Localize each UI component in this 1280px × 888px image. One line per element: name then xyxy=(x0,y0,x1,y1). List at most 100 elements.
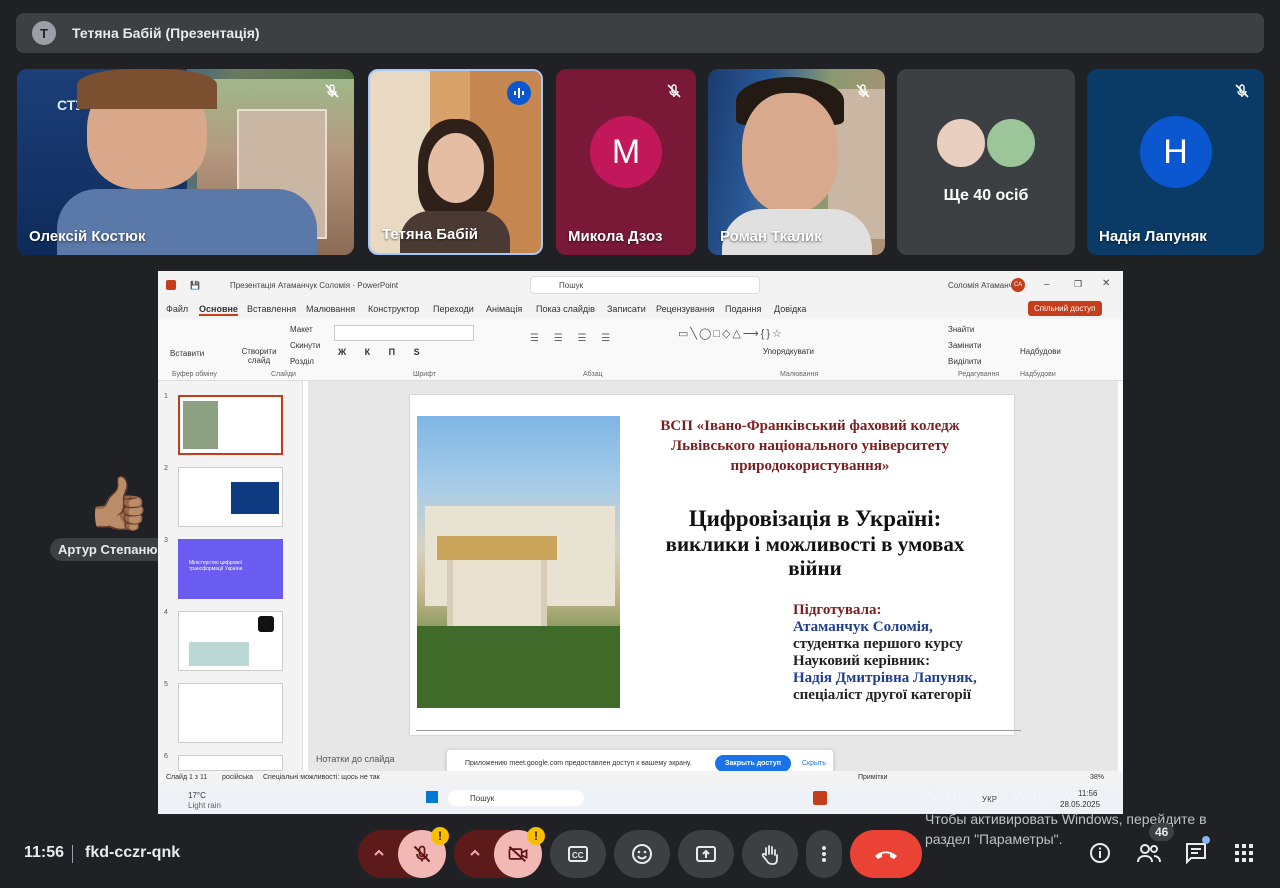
author-name: Атаманчук Соломія, xyxy=(793,619,933,635)
tab-home[interactable]: Основне xyxy=(199,304,238,316)
participant-tile-active-speaker[interactable]: Тетяна Бабій xyxy=(368,69,543,255)
mic-off-icon xyxy=(662,79,686,103)
select-button[interactable]: Виділити xyxy=(948,357,982,366)
tab-record[interactable]: Записати xyxy=(607,304,646,314)
group-label: Малювання xyxy=(780,371,819,378)
mic-off-icon xyxy=(413,845,431,863)
arrange-button[interactable]: Упорядкувати xyxy=(763,347,814,356)
current-slide: ВСП «Івано-Франківський фаховий коледж Л… xyxy=(410,395,1014,735)
ppt-user-avatar[interactable]: СА xyxy=(1011,278,1025,292)
shapes-gallery[interactable]: ▭╲◯□◇△⟶{}☆ xyxy=(678,327,784,340)
reaction-sender-name: Артур Степанюк xyxy=(50,538,172,561)
restore-icon[interactable]: ❐ xyxy=(1074,279,1082,290)
more-participants-tile[interactable]: Ще 40 осіб xyxy=(897,69,1075,255)
participant-tile[interactable]: M Микола Дзоз xyxy=(556,69,696,255)
hang-up-icon xyxy=(875,851,897,859)
captions-button[interactable]: CC xyxy=(550,830,606,878)
thumb-number: 5 xyxy=(164,681,168,688)
tab-slideshow[interactable]: Показ слайдів xyxy=(536,304,595,314)
tab-view[interactable]: Подання xyxy=(725,304,761,314)
comments-button[interactable]: Примітки xyxy=(858,774,887,781)
ppt-ribbon-tabs: Файл Основне Вставлення Малювання Констр… xyxy=(158,299,1123,319)
addins-button[interactable]: Надбудови xyxy=(1020,347,1061,356)
slide-thumbnail[interactable] xyxy=(178,683,283,743)
thumb-number: 2 xyxy=(164,465,168,472)
camera-options-chevron-icon[interactable] xyxy=(468,846,482,865)
participant-tile[interactable]: H Надія Лапуняк xyxy=(1087,69,1264,255)
speaking-indicator-icon xyxy=(507,81,531,105)
group-label: Буфер обміну xyxy=(172,371,217,378)
chat-button[interactable] xyxy=(1184,841,1208,870)
tab-help[interactable]: Довідка xyxy=(774,304,806,314)
participant-avatar xyxy=(985,117,1037,169)
raise-hand-button[interactable] xyxy=(742,830,798,878)
slide-author-block: Підготувала: Атаманчук Соломія, студентк… xyxy=(793,602,977,704)
tab-file[interactable]: Файл xyxy=(166,304,188,314)
slide-thumbnail[interactable]: Міністерство цифрової трансформації Укра… xyxy=(178,539,283,599)
tab-draw[interactable]: Малювання xyxy=(306,304,355,314)
tab-review[interactable]: Рецензування xyxy=(656,304,715,314)
emoji-reaction-button[interactable] xyxy=(614,830,670,878)
slide-thumbnail[interactable] xyxy=(178,755,283,771)
info-icon xyxy=(1090,843,1110,863)
zoom-level[interactable]: 38% xyxy=(1090,774,1104,781)
meeting-info-button[interactable] xyxy=(1088,841,1112,870)
more-vert-icon xyxy=(822,846,826,862)
activities-button[interactable] xyxy=(1234,843,1254,868)
paragraph-buttons[interactable]: ☰ ☰ ☰ ☰ xyxy=(530,333,616,344)
new-slide-button[interactable]: Створити слайд xyxy=(240,347,278,365)
meeting-code: fkd-cczr-qnk xyxy=(85,844,181,861)
language-indicator[interactable]: російська xyxy=(222,774,253,781)
close-icon[interactable]: ✕ xyxy=(1102,278,1110,289)
reset-button[interactable]: Скинути xyxy=(290,341,320,350)
ppt-statusbar: Слайд 1 з 11 російська Спеціальні можлив… xyxy=(158,771,1123,785)
ppt-search-input[interactable]: Пошук xyxy=(530,276,760,294)
find-button[interactable]: Знайти xyxy=(948,325,974,334)
slide-thumbnail[interactable] xyxy=(178,467,283,527)
mic-off-icon xyxy=(1230,79,1254,103)
notes-placeholder[interactable]: Нотатки до слайда xyxy=(316,754,395,764)
section-button[interactable]: Розділ xyxy=(290,357,314,366)
mic-options-chevron-icon[interactable] xyxy=(372,846,386,865)
powerpoint-taskbar-icon[interactable] xyxy=(813,791,827,805)
save-icon[interactable]: 💾 xyxy=(190,281,200,290)
participant-name: Надія Лапуняк xyxy=(1099,228,1207,245)
slide-thumbnail[interactable] xyxy=(178,395,283,455)
more-options-button[interactable] xyxy=(806,830,842,878)
tab-insert[interactable]: Вставлення xyxy=(247,304,296,314)
tab-animations[interactable]: Анімація xyxy=(486,304,522,314)
camera-off-icon xyxy=(508,845,528,863)
font-family-select[interactable] xyxy=(334,325,474,341)
paste-button[interactable]: Вставити xyxy=(170,349,204,358)
author-label: Підготувала: xyxy=(793,602,882,618)
font-style-buttons[interactable]: Ж К П S xyxy=(338,347,428,357)
stop-sharing-button[interactable]: Закрыть доступ xyxy=(715,755,791,772)
replace-button[interactable]: Замінити xyxy=(948,341,982,350)
accessibility-indicator[interactable]: Спеціальні можливості: щось не так xyxy=(263,774,380,781)
share-button[interactable]: Спільний доступ xyxy=(1028,301,1102,316)
minimize-icon[interactable]: – xyxy=(1044,279,1050,290)
participant-name: Роман Ткалик xyxy=(720,228,822,245)
mic-off-icon xyxy=(851,79,875,103)
slide-title-line1: Цифровізація в Україні: xyxy=(688,506,942,531)
svg-text:CC: CC xyxy=(572,851,584,860)
thumb-text: Міністерство цифрової трансформації Укра… xyxy=(189,560,243,572)
slide-thumbnail[interactable] xyxy=(178,611,283,671)
participant-name: Олексій Костюк xyxy=(29,228,146,245)
leave-call-button[interactable] xyxy=(850,830,922,878)
tab-transitions[interactable]: Переходи xyxy=(433,304,474,314)
participant-tile[interactable]: СТУ Олексій Костюк xyxy=(17,69,354,255)
activation-watermark-title: Активация Windows xyxy=(925,786,1082,805)
present-screen-button[interactable] xyxy=(678,830,734,878)
people-button[interactable] xyxy=(1136,842,1162,869)
slide-thumbnails-panel: 1 2 3 Міністерство цифрової трансформаці… xyxy=(158,381,303,771)
author-role: студентка першого курсу xyxy=(793,636,964,652)
shared-screen: 💾 Презентація Атаманчук Соломія · PowerP… xyxy=(158,271,1123,814)
apps-grid-icon xyxy=(1235,844,1253,862)
hide-button[interactable]: Скрыть xyxy=(802,760,826,767)
layout-button[interactable]: Макет xyxy=(290,325,313,334)
tab-design[interactable]: Конструктор xyxy=(368,304,419,314)
participant-tile[interactable]: Роман Ткалик xyxy=(708,69,885,255)
windows-start-icon[interactable] xyxy=(426,791,438,803)
taskbar-search[interactable]: Пошук xyxy=(448,790,584,806)
